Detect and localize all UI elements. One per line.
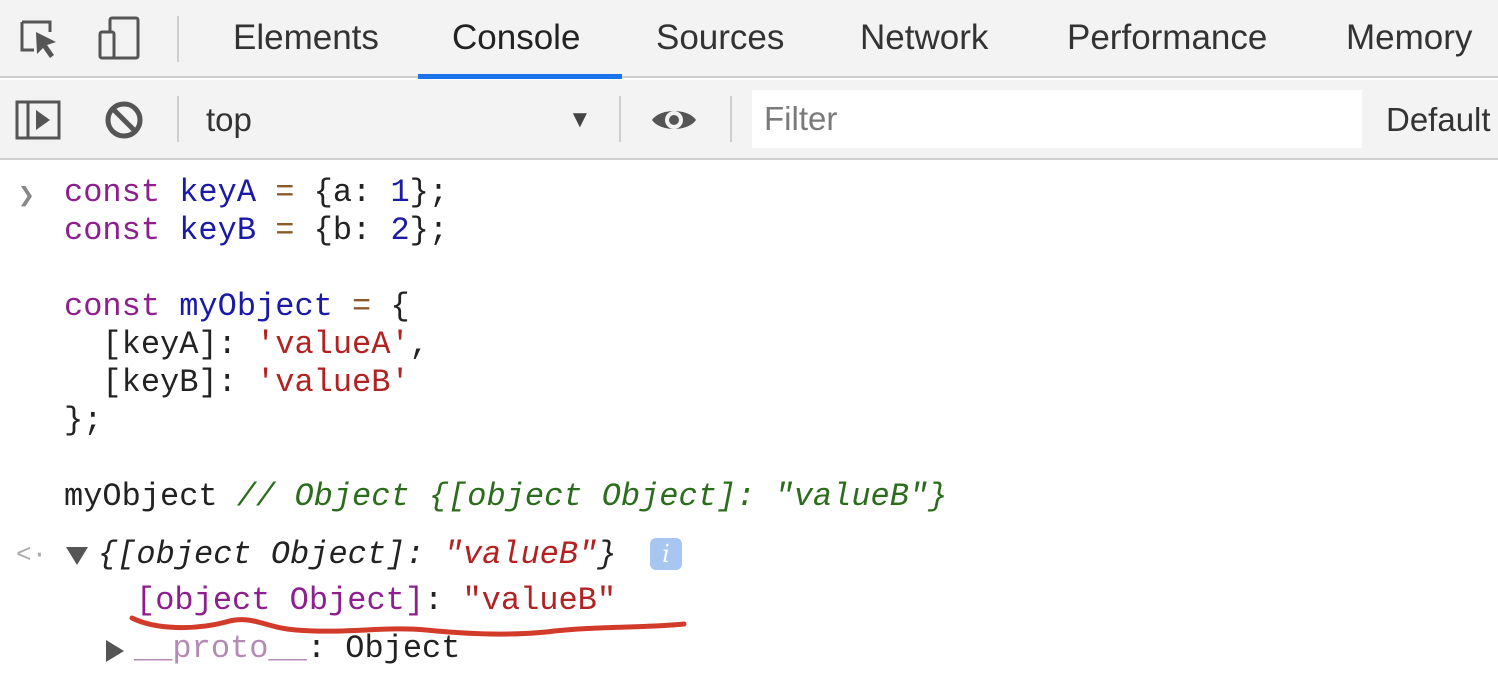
code-line-4: const myObject = {	[64, 288, 410, 326]
operator: =	[352, 288, 372, 325]
divider	[730, 96, 732, 142]
keyword: const	[64, 174, 161, 211]
text: {b:	[313, 212, 391, 249]
console-output: ❯ const keyA = {a: 1}; const keyB = {b: …	[0, 160, 1498, 680]
identifier: keyA	[179, 174, 257, 211]
number: 2	[390, 212, 410, 249]
code-line-7: };	[64, 402, 102, 440]
result-preview[interactable]: {[object Object]: "valueB"}	[98, 536, 616, 574]
text: {	[390, 288, 410, 325]
tab-performance[interactable]: Performance	[1067, 0, 1267, 78]
operator: =	[275, 212, 295, 249]
string: 'valueA'	[256, 326, 410, 363]
live-expression-eye-icon[interactable]	[650, 96, 698, 144]
text: };	[64, 402, 103, 439]
tab-network[interactable]: Network	[860, 0, 988, 78]
clear-console-icon[interactable]	[100, 96, 148, 144]
preview-value: "valueB"	[443, 536, 598, 573]
comment: // Object {[object Object]: "valueB"}	[236, 478, 948, 515]
text: ,	[409, 326, 429, 363]
code-line-1: const keyA = {a: 1};	[64, 174, 448, 212]
inspect-element-icon[interactable]	[16, 14, 64, 62]
text: {a:	[313, 174, 391, 211]
divider	[177, 16, 179, 62]
divider	[619, 96, 621, 142]
code-line-9: myObject // Object {[object Object]: "va…	[64, 478, 947, 516]
tab-elements[interactable]: Elements	[233, 0, 379, 78]
tab-memory[interactable]: Memory	[1346, 0, 1472, 78]
devtools-tab-bar: Elements Console Sources Network Perform…	[0, 0, 1498, 79]
identifier: myObject	[179, 288, 333, 325]
operator: =	[275, 174, 295, 211]
input-prompt-chevron-icon: ❯	[18, 182, 35, 213]
identifier: keyB	[179, 212, 257, 249]
show-sidebar-icon[interactable]	[14, 96, 62, 144]
text: };	[409, 174, 449, 211]
dropdown-arrow-icon[interactable]: ▼	[568, 80, 592, 160]
proto-separator: :	[306, 630, 346, 667]
text: [keyA]:	[64, 326, 257, 363]
collapsed-triangle-icon[interactable]	[106, 640, 124, 662]
result-arrow-icon: <·	[16, 540, 48, 570]
filter-input[interactable]	[752, 90, 1362, 148]
text: };	[409, 212, 449, 249]
proto-row[interactable]: __proto__: Object	[134, 630, 460, 668]
console-toolbar: top ▼ Default	[0, 80, 1498, 160]
proto-key: __proto__	[134, 630, 307, 667]
text: myObject	[64, 478, 237, 515]
device-toolbar-icon[interactable]	[96, 14, 144, 62]
log-levels-dropdown[interactable]: Default	[1386, 80, 1491, 160]
preview-text: {[object Object]:	[98, 536, 444, 573]
tab-sources[interactable]: Sources	[656, 0, 784, 78]
info-icon[interactable]: i	[650, 538, 682, 570]
keyword: const	[64, 288, 161, 325]
preview-text: }	[597, 536, 617, 573]
context-selector[interactable]: top	[206, 80, 252, 160]
active-tab-indicator	[418, 74, 622, 79]
text: [keyB]:	[64, 364, 257, 401]
number: 1	[390, 174, 410, 211]
expand-triangle-icon[interactable]	[66, 547, 88, 565]
string: 'valueB'	[256, 364, 410, 401]
code-line-2: const keyB = {b: 2};	[64, 212, 448, 250]
keyword: const	[64, 212, 161, 249]
code-line-5: [keyA]: 'valueA',	[64, 326, 429, 364]
tab-console[interactable]: Console	[452, 0, 580, 78]
proto-value: Object	[345, 630, 461, 667]
code-line-6: [keyB]: 'valueB'	[64, 364, 410, 402]
divider	[177, 96, 179, 142]
